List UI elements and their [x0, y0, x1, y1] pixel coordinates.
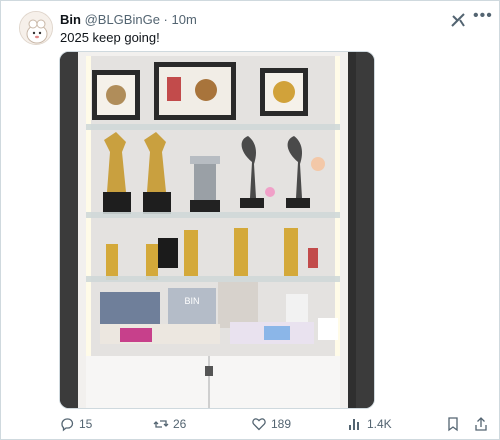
- separator-dot: ·: [163, 12, 168, 27]
- tweet-header: Bin @BLGBinGe · 10m: [60, 12, 197, 27]
- tweet-text: 2025 keep going!: [60, 30, 160, 45]
- share-button[interactable]: [473, 416, 489, 432]
- like-count: 189: [271, 417, 292, 431]
- tweet-timestamp[interactable]: 10m: [172, 12, 197, 27]
- trophy-cabinet-photo: BIN: [60, 52, 374, 408]
- retweet-count: 26: [173, 417, 187, 431]
- like-button[interactable]: 189: [251, 416, 291, 432]
- poster-text: BIN: [184, 296, 199, 306]
- book-box: [158, 238, 178, 268]
- views-count: 1.4K: [367, 417, 392, 431]
- retweet-icon: [153, 420, 169, 428]
- bookmark-button[interactable]: [445, 416, 461, 432]
- author-display-name[interactable]: Bin: [60, 12, 81, 27]
- tweet-actions: 15 26 189 1.4K: [1, 413, 500, 437]
- reply-button[interactable]: 15: [59, 416, 92, 432]
- share-icon: [475, 417, 487, 431]
- framed-picture-right: [260, 68, 308, 116]
- author-handle[interactable]: @BLGBinGe: [85, 12, 160, 27]
- avatar-image: [20, 12, 52, 44]
- framed-picture-left: [92, 70, 140, 120]
- framed-picture-middle: [154, 62, 236, 120]
- more-icon[interactable]: •••: [473, 7, 493, 25]
- tweet-card[interactable]: Bin @BLGBinGe · 10m ••• 2025 keep going!: [0, 0, 500, 440]
- reply-icon: [61, 418, 74, 432]
- analytics-icon: [349, 419, 359, 430]
- trophy-silver: [190, 156, 220, 212]
- retweet-button[interactable]: 26: [153, 416, 186, 432]
- avatar[interactable]: [19, 11, 53, 45]
- bookmark-icon: [448, 417, 458, 432]
- views-button[interactable]: 1.4K: [347, 416, 392, 432]
- reply-count: 15: [79, 417, 93, 431]
- tweet-media-photo[interactable]: BIN: [59, 51, 375, 409]
- heart-icon: [252, 418, 266, 431]
- grok-icon[interactable]: [449, 11, 467, 29]
